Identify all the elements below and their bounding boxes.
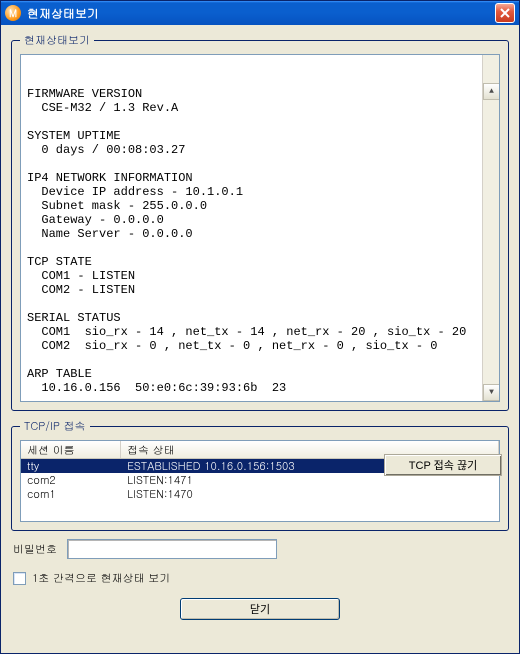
cell-session: tty (21, 459, 121, 473)
refresh-row: 1초 간격으로 현재상태 보기 (11, 567, 509, 590)
tcpip-table[interactable]: 세션 이름 접속 상태 ttyESTABLISHED 10.16.0.156:1… (20, 440, 500, 522)
status-group: 현재상태보기 FIRMWARE VERSION CSE-M32 / 1.3 Re… (11, 33, 509, 411)
tcpip-legend: TCP/IP 접속 (20, 419, 90, 434)
password-row: 비밀번호 (11, 539, 509, 559)
refresh-label: 1초 간격으로 현재상태 보기 (32, 571, 170, 586)
tcpip-group: TCP/IP 접속 세션 이름 접속 상태 ttyESTABLISHED 10.… (11, 419, 509, 531)
content: 현재상태보기 FIRMWARE VERSION CSE-M32 / 1.3 Re… (1, 25, 519, 653)
window-close-button[interactable] (495, 3, 515, 23)
table-row[interactable]: com1LISTEN:1470 (21, 487, 499, 501)
window: M 현재상태보기 현재상태보기 FIRMWARE VERSION CSE-M32… (0, 0, 520, 654)
status-legend: 현재상태보기 (20, 33, 94, 48)
window-title: 현재상태보기 (27, 5, 495, 22)
app-icon: M (5, 5, 21, 21)
close-button[interactable]: 닫기 (180, 598, 340, 620)
button-row: 닫기 (11, 598, 509, 624)
scroll-up-button[interactable]: ▲ (483, 83, 500, 100)
refresh-checkbox[interactable] (13, 572, 26, 585)
password-input[interactable] (67, 539, 277, 559)
header-session[interactable]: 세션 이름 (21, 441, 121, 458)
status-text: FIRMWARE VERSION CSE-M32 / 1.3 Rev.A SYS… (27, 87, 493, 395)
cell-state: LISTEN:1470 (121, 487, 499, 501)
status-textbox[interactable]: FIRMWARE VERSION CSE-M32 / 1.3 Rev.A SYS… (20, 54, 500, 402)
close-icon (500, 8, 510, 18)
titlebar: M 현재상태보기 (1, 1, 519, 25)
tcp-disconnect-button[interactable]: TCP 접속 끊기 (384, 454, 502, 476)
cell-session: com1 (21, 487, 121, 501)
scroll-down-button[interactable]: ▼ (483, 384, 500, 401)
tcpip-body: 세션 이름 접속 상태 ttyESTABLISHED 10.16.0.156:1… (20, 440, 500, 522)
cell-session: com2 (21, 473, 121, 487)
password-label: 비밀번호 (13, 542, 57, 557)
vertical-scrollbar[interactable]: ▲ ▼ (482, 55, 499, 401)
